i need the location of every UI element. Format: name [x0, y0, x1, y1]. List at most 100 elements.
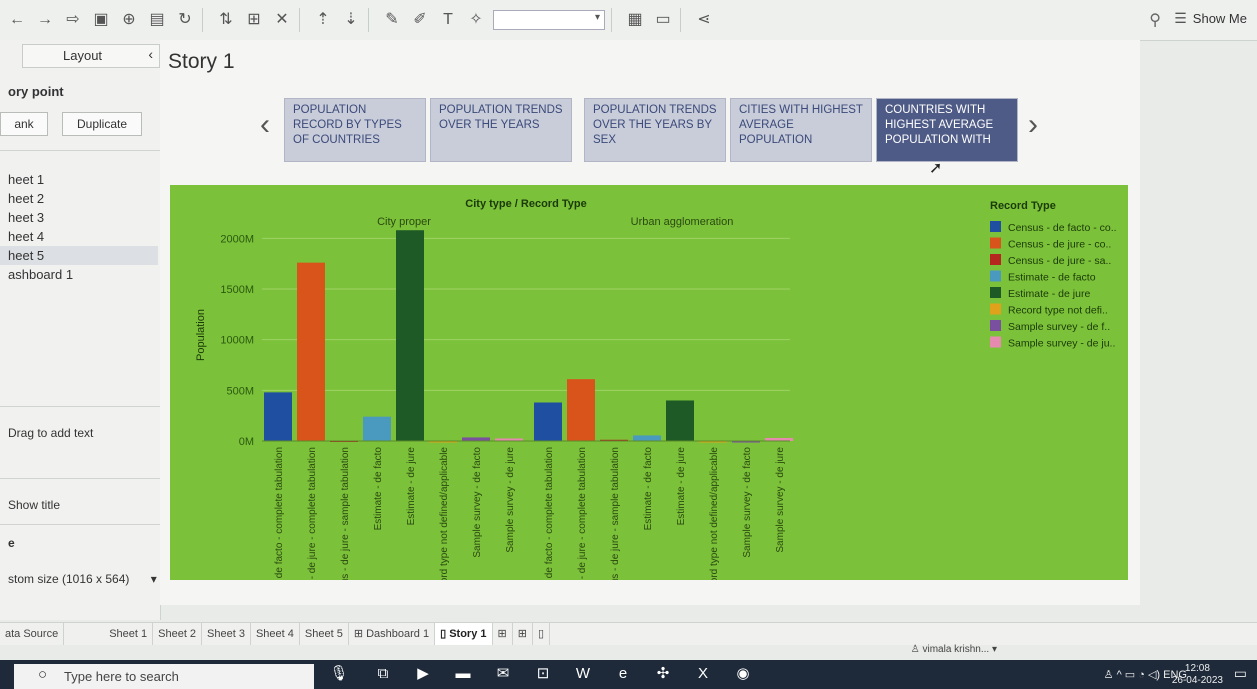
chevron-left-icon[interactable]: ‹	[260, 108, 270, 142]
edge-icon[interactable]: e	[612, 664, 634, 684]
story-point-title: ory point	[8, 84, 64, 99]
story-point-2[interactable]: POPULATION TRENDS OVER THE YEARS	[430, 98, 572, 162]
x-tick-label: Record type not defined/applicable	[439, 447, 450, 580]
pin-icon[interactable]: ✧	[465, 9, 487, 31]
fit-dropdown[interactable]: ▾	[493, 10, 605, 30]
labels-icon[interactable]: ▦	[624, 9, 646, 31]
media-app-icon[interactable]: ▶	[412, 664, 434, 684]
pushpin-icon[interactable]: ⚲	[1149, 10, 1161, 30]
sort-asc-icon[interactable]: ⇡	[312, 9, 334, 31]
new-dashboard-tab-icon[interactable]: ⊞	[513, 623, 533, 645]
size-dropdown[interactable]: stom size (1016 x 564) ▾	[8, 572, 157, 586]
tableau-icon[interactable]: ✣	[652, 664, 674, 684]
sheet-item[interactable]: heet 3	[8, 208, 158, 227]
show-me-button[interactable]: ☰ Show Me	[1174, 10, 1247, 27]
user-menu[interactable]: ♙ vimala krishn... ▾	[911, 644, 997, 655]
bar	[567, 379, 595, 441]
sheet-item[interactable]: heet 2	[8, 189, 158, 208]
chevron-right-icon[interactable]: ›	[1028, 108, 1038, 142]
wifi-icon: ◔	[1138, 669, 1145, 681]
duplicate-button[interactable]: Duplicate	[62, 112, 142, 136]
legend-entry: Census - de facto - co..	[1008, 222, 1117, 234]
redo-icon[interactable]: ⇨	[62, 9, 84, 31]
task-view-icon[interactable]: ⧉	[372, 664, 394, 684]
highlight-icon[interactable]: ✎	[381, 9, 403, 31]
x-tick-label: Census - de facto - complete tabulation	[274, 447, 285, 580]
sort-desc-icon[interactable]: ⇣	[340, 9, 362, 31]
new-story-tab-icon[interactable]: ▯	[533, 623, 550, 645]
legend-entry: Census - de jure - sa..	[1008, 255, 1111, 267]
save-icon[interactable]: ▣	[90, 9, 112, 31]
clear-icon[interactable]: ✕	[271, 9, 293, 31]
new-sheet-icon[interactable]: ▤	[146, 9, 168, 31]
story-point-1[interactable]: POPULATION RECORD BY TYPES OF COUNTRIES	[284, 98, 426, 162]
sheet-item[interactable]: ashboard 1	[8, 265, 158, 284]
tab-sheet-1[interactable]: Sheet 1	[104, 623, 154, 645]
chrome-icon[interactable]: ◉	[732, 664, 754, 684]
mouse-cursor-icon: ➚	[929, 160, 943, 177]
bar	[462, 437, 490, 441]
sheet-item[interactable]: heet 4	[8, 227, 158, 246]
chart-title: City type / Record Type	[465, 198, 586, 210]
volume-icon: ◁)	[1147, 669, 1164, 681]
bar	[666, 400, 694, 441]
x-tick-label: Sample survey - de facto	[472, 447, 483, 558]
legend-swatch	[990, 336, 1001, 348]
share-icon[interactable]: ⋖	[693, 9, 715, 31]
text-icon[interactable]: T	[437, 9, 459, 31]
search-icon: ○	[38, 666, 48, 683]
story-point-5[interactable]: COUNTRIES WITH HIGHEST AVERAGE POPULATIO…	[876, 98, 1018, 162]
legend-swatch	[990, 320, 1001, 331]
tab-dashboard-1[interactable]: ⊞ Dashboard 1	[349, 623, 436, 645]
tab-sheet-5[interactable]: Sheet 5	[300, 623, 349, 645]
file-explorer-icon[interactable]: ▬	[452, 664, 474, 684]
x-tick-label: Estimate - de facto	[373, 447, 384, 531]
story-point-4[interactable]: CITIES WITH HIGHEST AVERAGE POPULATION	[730, 98, 872, 162]
chevron-left-icon[interactable]: ‹	[148, 46, 153, 62]
drag-text-item[interactable]: Drag to add text	[8, 426, 93, 440]
forward-icon[interactable]: →	[34, 9, 56, 31]
blank-button[interactable]: ank	[0, 112, 48, 136]
annotate-icon[interactable]: ✐	[409, 9, 431, 31]
legend-entry: Estimate - de jure	[1008, 288, 1090, 300]
tab-story-1[interactable]: ▯ Story 1	[435, 623, 493, 645]
y-tick-label: 1500M	[220, 284, 254, 296]
store-icon[interactable]: ⊡	[532, 664, 554, 684]
x-tick-label: Sample survey - de facto	[742, 447, 753, 558]
notification-icon[interactable]: ▭	[1234, 665, 1247, 682]
excel-icon[interactable]: X	[692, 664, 714, 684]
new-datasource-icon[interactable]: ⊕	[118, 9, 140, 31]
tab-sheet-2[interactable]: Sheet 2	[153, 623, 203, 645]
layout-tab[interactable]: Layout ‹	[22, 44, 160, 68]
swap-icon[interactable]: ⇅	[215, 9, 237, 31]
tab-data-source[interactable]: ata Source	[0, 623, 65, 645]
x-tick-label: Estimate - de jure	[406, 447, 417, 526]
user-icon: ♙	[910, 644, 923, 655]
microphone-icon[interactable]: 🎙	[328, 664, 350, 684]
bar	[264, 392, 292, 441]
tab-sheet-4[interactable]: Sheet 4	[251, 623, 300, 645]
refresh-icon[interactable]: ↻	[174, 9, 196, 31]
clock[interactable]: 12:08 26-04-2023	[1172, 663, 1223, 687]
mail-icon[interactable]: ✉	[492, 664, 514, 684]
sheet-tabs: ata Source Sheet 1 Sheet 2 Sheet 3 Sheet…	[0, 622, 1257, 645]
story-point-3[interactable]: POPULATION TRENDS OVER THE YEARS BY SEX	[584, 98, 726, 162]
back-icon[interactable]: ←	[6, 9, 28, 31]
new-sheet-tab-icon[interactable]: ⊞	[493, 623, 513, 645]
legend-swatch	[990, 254, 1001, 265]
taskbar-search-input[interactable]: Type here to search	[14, 664, 314, 689]
show-title-checkbox[interactable]: Show title	[8, 498, 60, 512]
sheet-item[interactable]: heet 5	[0, 246, 158, 265]
y-tick-label: 500M	[226, 385, 254, 397]
y-tick-label: 2000M	[220, 233, 254, 245]
group-icon[interactable]: ⊞	[243, 9, 265, 31]
word-icon[interactable]: W	[572, 664, 594, 684]
y-axis-label: Population	[195, 309, 207, 361]
story-panel: Layout ‹ ory point ank Duplicate heet 1 …	[0, 40, 161, 620]
dashboard-icon: ⊞	[353, 628, 367, 640]
presentation-icon[interactable]: ▭	[652, 9, 674, 31]
x-tick-label: Census - de facto - complete tabulation	[544, 447, 555, 580]
tab-sheet-3[interactable]: Sheet 3	[202, 623, 251, 645]
bar-chart: 0M 500M 1000M 1500M 2000M Population City type…	[170, 185, 1128, 580]
sheet-item[interactable]: heet 1	[8, 170, 158, 189]
